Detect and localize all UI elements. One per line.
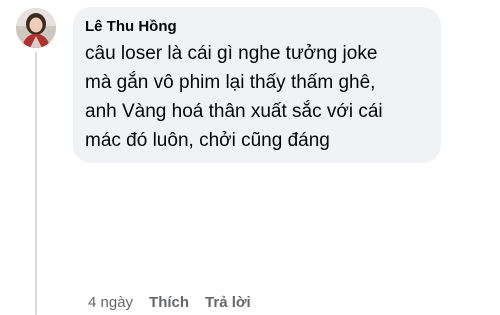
like-button[interactable]: Thích: [149, 294, 189, 311]
reply-button[interactable]: Trả lời: [205, 294, 251, 311]
comment-author-name[interactable]: Lê Thu Hồng: [85, 17, 429, 37]
comment-actions: 4 ngày Thích Trả lời: [88, 292, 251, 312]
comment-timestamp[interactable]: 4 ngày: [88, 294, 133, 311]
comment-text: câu loser là cái gì nghe tưởng joke mà g…: [85, 43, 383, 151]
avatar[interactable]: [16, 8, 56, 48]
user-avatar-icon: [16, 8, 56, 48]
comment-bubble: Lê Thu Hồng câu loser là cái gì nghe tưở…: [73, 7, 441, 163]
thread-line: [35, 52, 37, 315]
